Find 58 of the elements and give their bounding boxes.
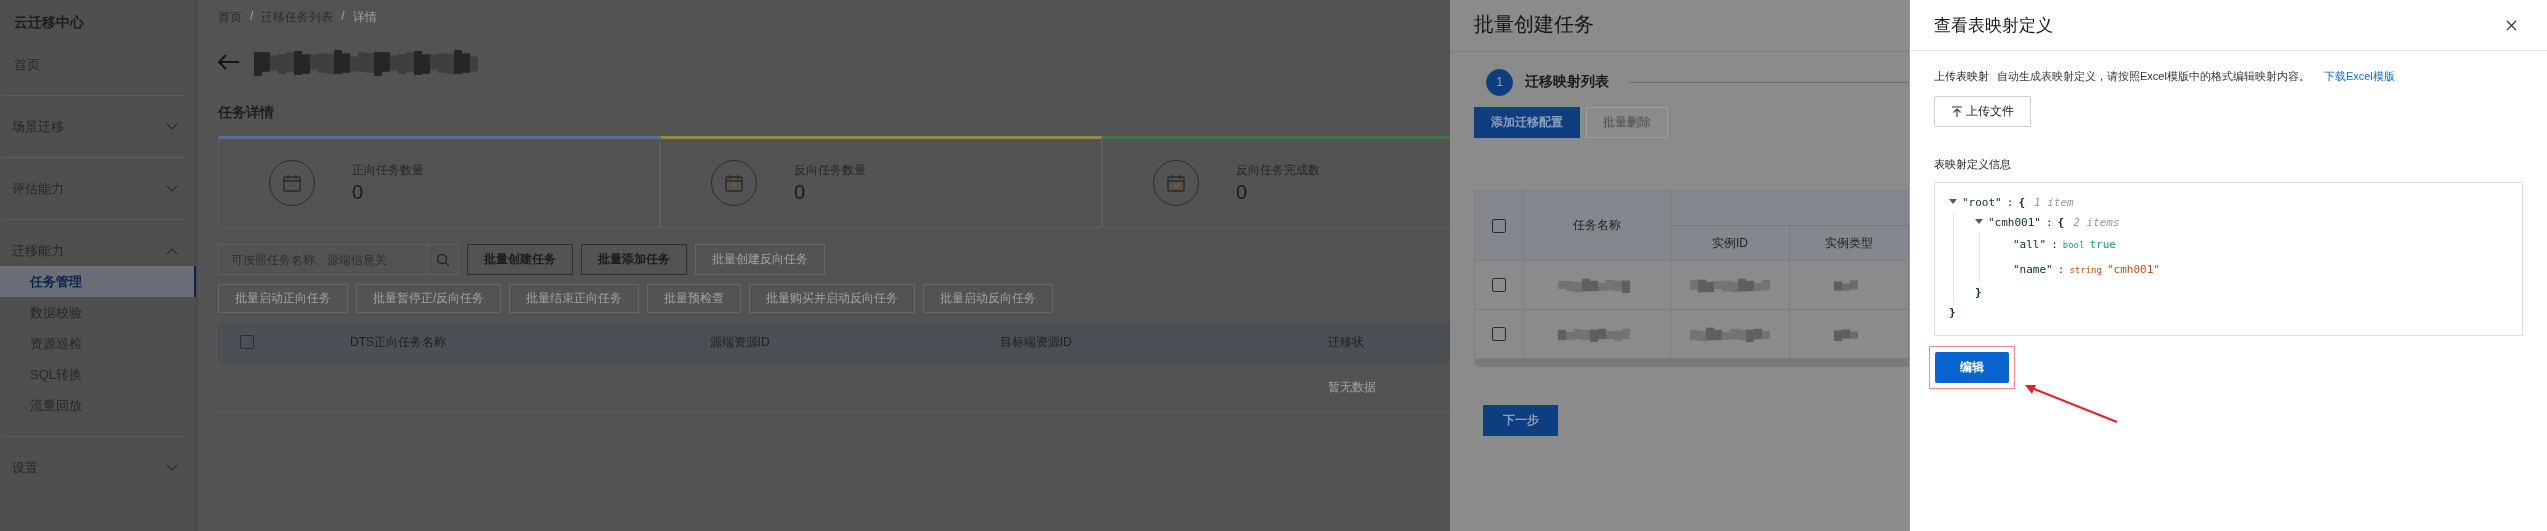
item-count: 1 item (2034, 195, 2074, 209)
scrollbar[interactable] (1475, 358, 1909, 366)
caret-down-icon[interactable] (1975, 218, 1983, 226)
stat-value: 0 (352, 181, 365, 204)
checkbox[interactable] (1492, 327, 1506, 341)
json-value: true (2089, 238, 2116, 251)
section-label: 表映射定义信息 (1934, 157, 2012, 172)
stat-value: 0 (1236, 181, 1249, 204)
search-icon (436, 252, 450, 267)
type-label: bool (2062, 239, 2085, 250)
next-button[interactable]: 下一步 (1483, 405, 1558, 436)
json-colon: : (2006, 195, 2014, 209)
step-label: 迁移映射列表 (1525, 73, 1609, 91)
json-brace: } (1975, 285, 1982, 299)
back-arrow-icon[interactable] (218, 54, 240, 70)
column-header: 实例类型 (1825, 234, 1873, 252)
close-icon (2506, 19, 2517, 31)
json-key: "cmh001" (1988, 215, 2041, 229)
download-link[interactable]: 下载Excel模版 (2323, 69, 2395, 84)
breadcrumb-separator: / (341, 9, 345, 25)
nav-item[interactable]: 任务管理 (0, 266, 196, 297)
breadcrumb-item: 详情 (352, 9, 377, 25)
empty-text: 暂无数据 (1328, 378, 1376, 396)
step-number: 1 (1486, 68, 1513, 96)
edit-button[interactable]: 编辑 (1935, 352, 2009, 383)
breadcrumb-separator: / (250, 9, 254, 25)
stat-value: 0 (794, 181, 807, 204)
column-header: 任务名称 (1573, 217, 1621, 234)
primary-button[interactable]: 添加迁移配置 (1474, 107, 1580, 138)
calendar-icon (281, 172, 303, 194)
json-key: "root" (1962, 195, 2002, 209)
drawer-title: 查看表映射定义 (1934, 14, 2053, 37)
item-count: 2 items (2073, 215, 2120, 229)
json-brace: { (2018, 195, 2025, 209)
upload-icon (1951, 105, 1963, 118)
calendar-icon (723, 172, 745, 194)
json-colon: : (2057, 263, 2065, 276)
checkbox[interactable] (1492, 218, 1506, 233)
json-colon: : (2051, 238, 2058, 251)
type-label: string (2069, 264, 2102, 275)
json-key: "all" (2013, 238, 2047, 251)
json-brace: { (2057, 215, 2065, 229)
json-value: "cmh001" (2106, 263, 2160, 276)
caret-down-icon[interactable] (1949, 198, 1957, 206)
drawer-title: 批量创建任务 (1474, 13, 1594, 35)
toolbar-button[interactable]: 批量添加任务 (581, 244, 687, 275)
close-button[interactable] (2506, 19, 2517, 31)
calendar-icon (1165, 172, 1187, 194)
toolbar-button[interactable]: 批量创建任务 (467, 244, 573, 275)
upload-button[interactable]: 上传文件 (1934, 96, 2031, 127)
column-header: 实例ID (1712, 234, 1748, 252)
json-colon: : (2046, 215, 2053, 229)
field-label: 上传表映射 (1934, 69, 1989, 84)
json-key: "name" (2013, 263, 2053, 276)
json-brace: } (1949, 305, 1956, 319)
description-text: 自动生成表映射定义，请按照Excel模版中的格式编辑映射内容。 (1997, 69, 2310, 84)
checkbox[interactable] (240, 335, 254, 349)
checkbox[interactable] (1492, 278, 1506, 292)
